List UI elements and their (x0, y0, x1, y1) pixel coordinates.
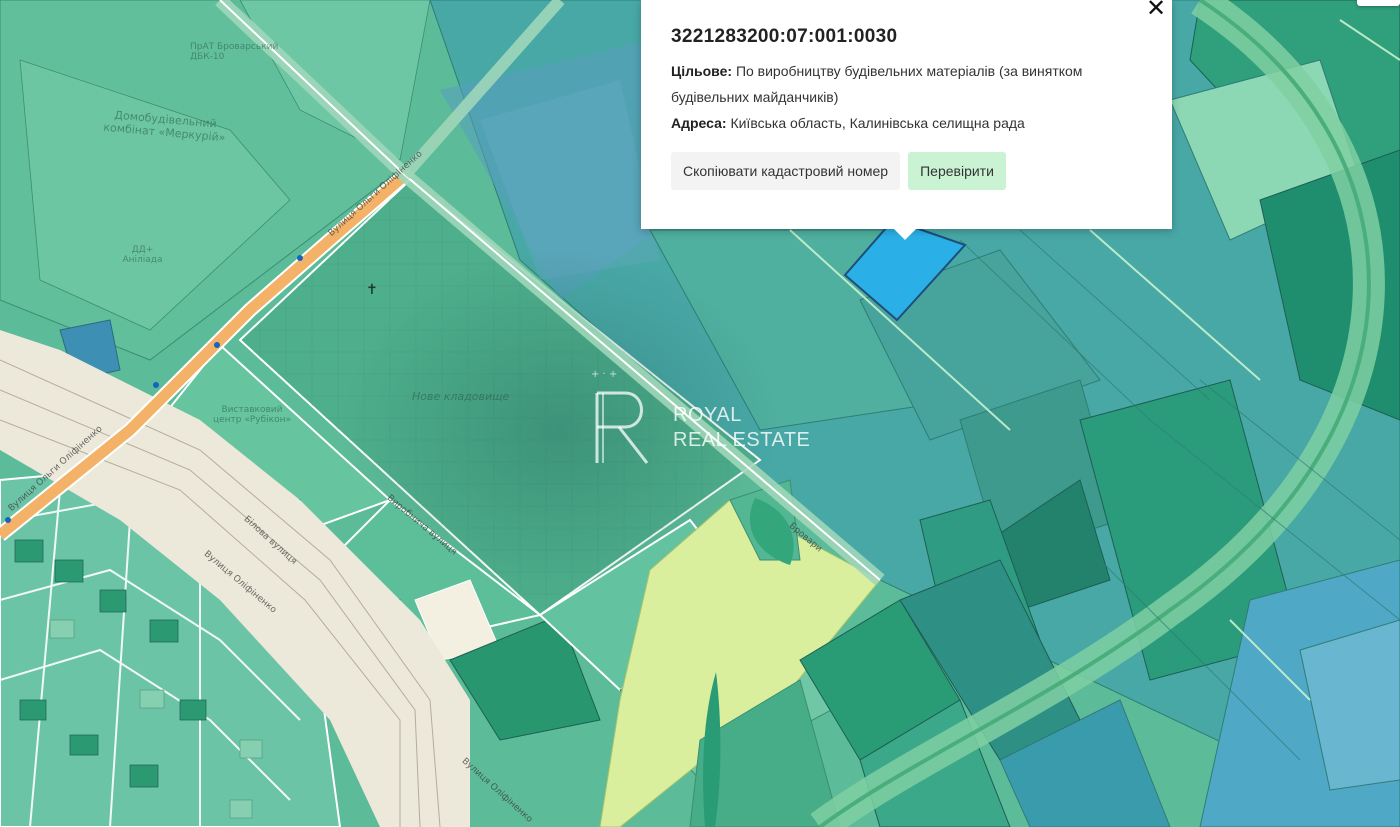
parcel-info-popup: 3221283200:07:001:0030 Цільове: По вироб… (641, 0, 1172, 240)
purpose-line: Цільове: По виробництву будівельних мате… (671, 58, 1142, 110)
address-label: Адреса: (671, 115, 727, 131)
purpose-label: Цільове: (671, 63, 733, 79)
cross-icon: ✝ (366, 282, 378, 298)
address-line: Адреса: Київська область, Калинівська се… (671, 110, 1142, 136)
close-icon[interactable]: ✕ (1146, 0, 1166, 20)
copy-cadastral-number-button[interactable]: Скопіювати кадастровий номер (671, 152, 901, 190)
map-control-button[interactable] (1357, 0, 1400, 6)
cadastral-number: 3221283200:07:001:0030 (671, 26, 898, 47)
check-button[interactable]: Перевірити (908, 152, 1006, 190)
address-value: Київська область, Калинівська селищна ра… (730, 115, 1025, 131)
purpose-value: По виробництву будівельних матеріалів (з… (671, 63, 1083, 105)
